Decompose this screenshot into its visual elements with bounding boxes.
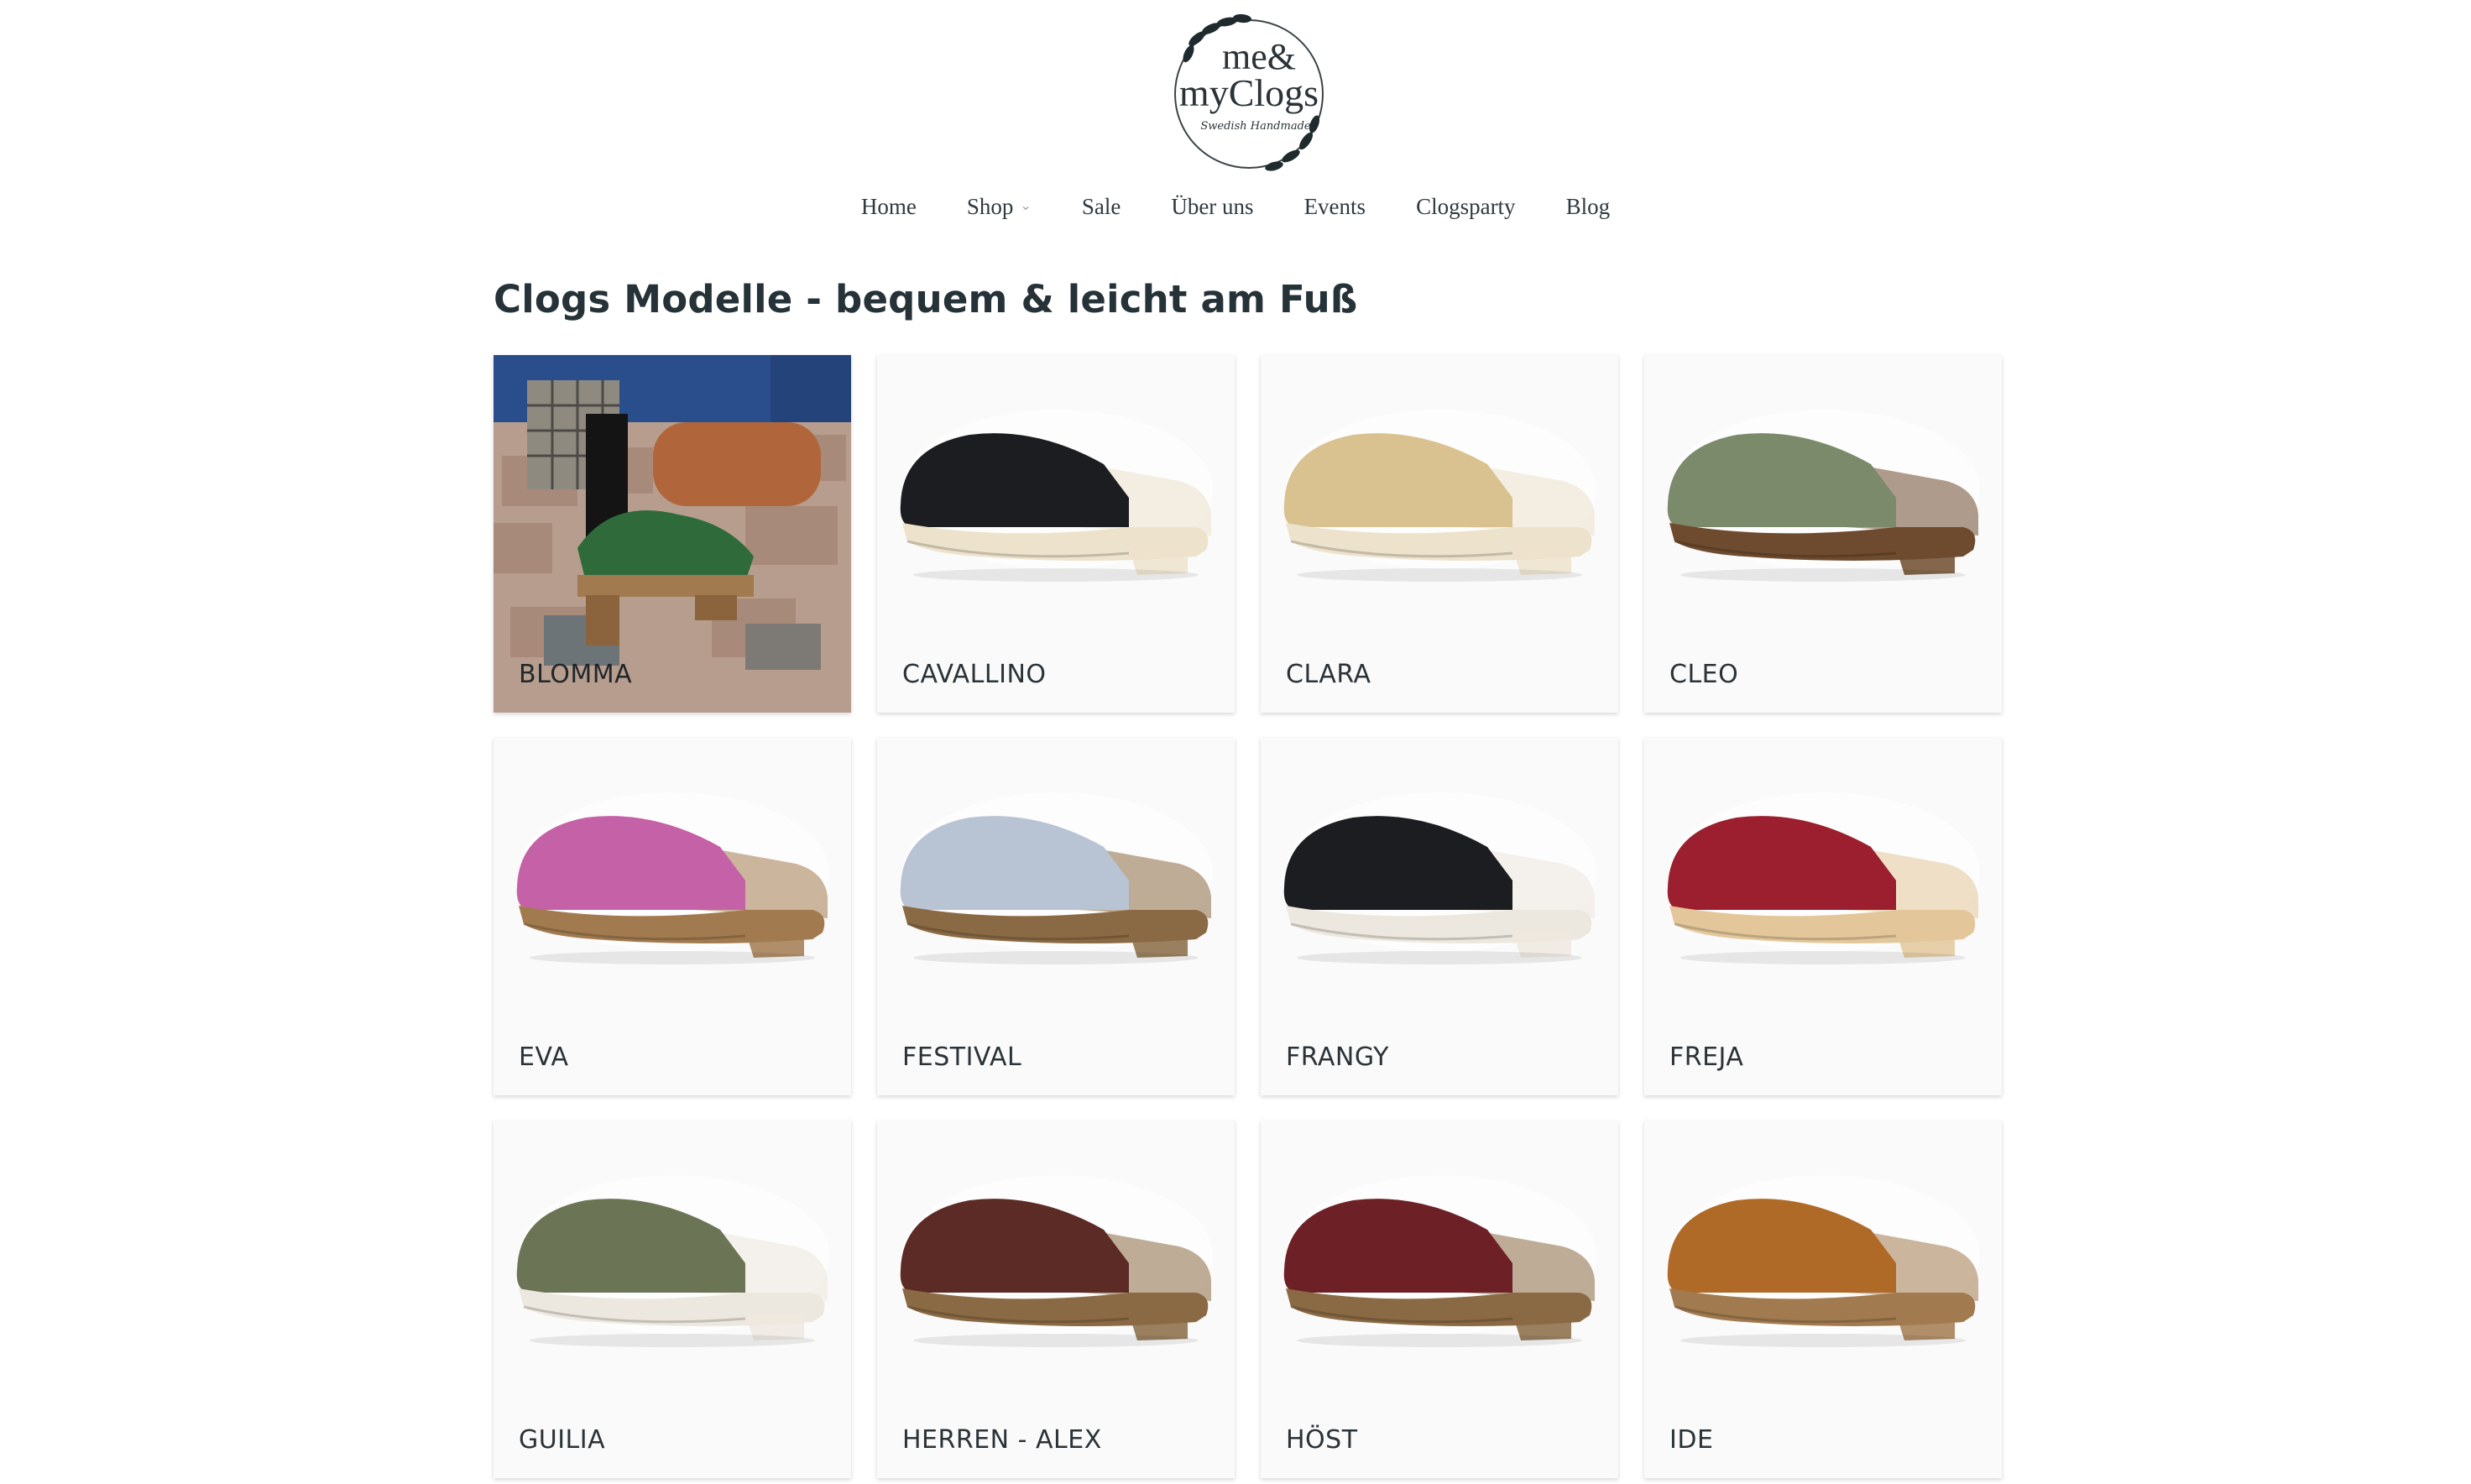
- product-name: CLARA: [1286, 660, 1371, 689]
- product-card-freja[interactable]: FREJA: [1644, 738, 2002, 1095]
- product-name: CAVALLINO: [902, 660, 1047, 689]
- product-name: IDE: [1669, 1425, 1714, 1455]
- svg-text:Swedish Handmade: Swedish Handmade: [1200, 120, 1311, 133]
- nav-sale[interactable]: Sale: [1082, 190, 1121, 223]
- product-name: HÖST: [1286, 1425, 1358, 1455]
- product-card-herren-alex[interactable]: HERREN - ALEX: [877, 1121, 1235, 1478]
- nav-events-label: Events: [1303, 194, 1366, 219]
- nav-home[interactable]: Home: [861, 190, 917, 223]
- product-name: CLEO: [1669, 660, 1739, 689]
- nav-events[interactable]: Events: [1304, 190, 1366, 223]
- product-name: EVA: [519, 1042, 569, 1072]
- nav-blog[interactable]: Blog: [1566, 190, 1611, 223]
- product-name: FRANGY: [1286, 1042, 1389, 1072]
- product-name: FREJA: [1669, 1042, 1744, 1072]
- product-name: HERREN - ALEX: [902, 1425, 1102, 1455]
- nav-home-label: Home: [860, 194, 917, 219]
- product-card-ide[interactable]: IDE: [1644, 1121, 2002, 1478]
- svg-text:myClogs: myClogs: [1179, 71, 1319, 114]
- product-card-hoest[interactable]: HÖST: [1261, 1121, 1618, 1478]
- nav-blog-label: Blog: [1565, 194, 1611, 219]
- product-name: BLOMMA: [519, 660, 633, 689]
- nav-shop[interactable]: Shop ⌄: [967, 190, 1032, 223]
- site-logo[interactable]: me& myClogs Swedish Handmade: [1165, 7, 1333, 175]
- nav-clogsparty[interactable]: Clogsparty: [1416, 190, 1516, 223]
- product-card-cleo[interactable]: CLEO: [1644, 355, 2002, 713]
- nav-clogsparty-label: Clogsparty: [1416, 194, 1516, 219]
- product-card-eva[interactable]: EVA: [494, 738, 851, 1095]
- product-name: FESTIVAL: [902, 1042, 1022, 1072]
- product-card-cavallino[interactable]: CAVALLINO: [877, 355, 1235, 713]
- main-nav: Home Shop ⌄ Sale Über uns Events Clogspar…: [0, 190, 2471, 223]
- product-name: GUILIA: [519, 1425, 606, 1455]
- product-card-guilia[interactable]: GUILIA: [494, 1121, 851, 1478]
- nav-shop-label: Shop: [966, 194, 1014, 219]
- nav-ueber-uns-label: Über uns: [1171, 194, 1254, 219]
- product-card-clara[interactable]: CLARA: [1261, 355, 1618, 713]
- product-card-festival[interactable]: FESTIVAL: [877, 738, 1235, 1095]
- nav-ueber-uns[interactable]: Über uns: [1171, 190, 1253, 223]
- site-header: me& myClogs Swedish Handmade Home Shop ⌄ …: [0, 0, 2471, 243]
- product-card-blomma[interactable]: BLOMMA: [494, 355, 851, 713]
- product-grid: BLOMMA CAVALLINO CLARA CLEO EVA FESTIVAL…: [494, 355, 2003, 1478]
- page-title: Clogs Modelle - bequem & leicht am Fuß: [494, 277, 1358, 321]
- product-card-frangy[interactable]: FRANGY: [1261, 738, 1618, 1095]
- nav-sale-label: Sale: [1081, 194, 1121, 219]
- chevron-down-icon: ⌄: [1020, 199, 1032, 213]
